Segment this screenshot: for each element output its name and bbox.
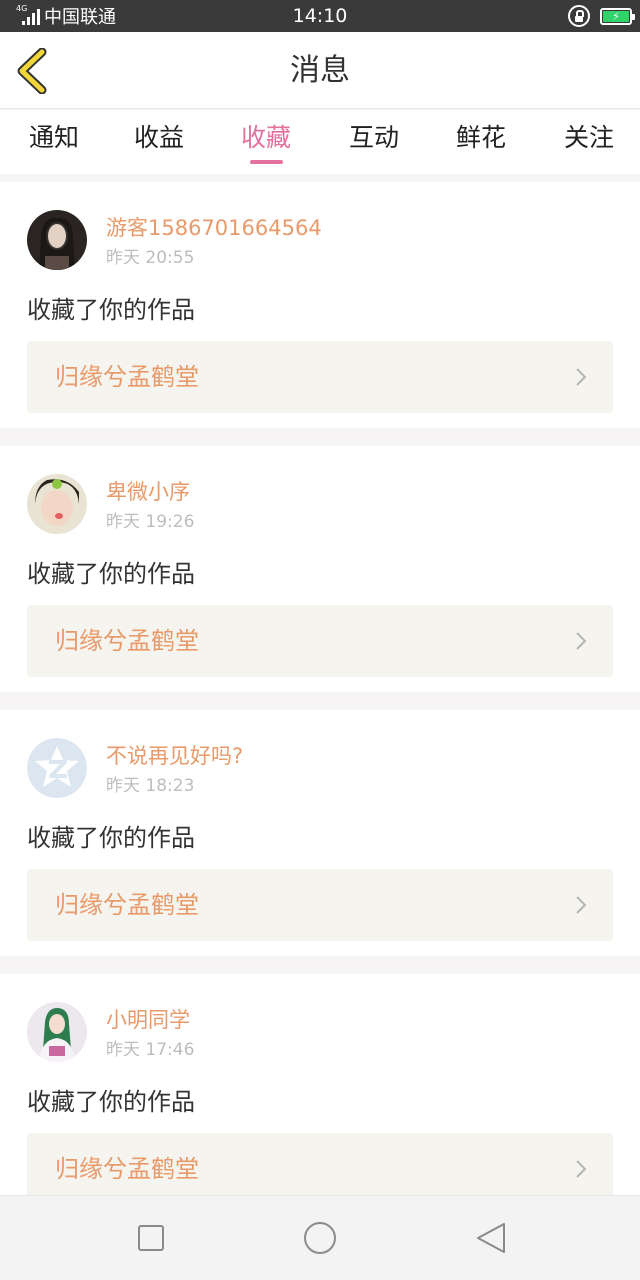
action-text: 收藏了你的作品 [27,824,195,852]
list-item: 游客1586701664564 昨天 20:55 收藏了你的作品 归缘兮孟鹤堂 [0,182,640,428]
tab-interactions[interactable]: 互动 [320,110,428,174]
page-title: 消息 [290,53,350,88]
action-text: 收藏了你的作品 [27,560,195,588]
triangle-back-icon [477,1223,505,1253]
work-link[interactable]: 归缘兮孟鹤堂 [27,605,613,677]
work-title: 归缘兮孟鹤堂 [55,891,199,919]
status-time: 14:10 [292,5,348,27]
work-link[interactable]: 归缘兮孟鹤堂 [27,341,613,413]
circle-home-icon [304,1222,336,1254]
tab-earnings[interactable]: 收益 [105,110,213,174]
list-item: 卑微小序 昨天 19:26 收藏了你的作品 归缘兮孟鹤堂 [0,446,640,692]
tab-favorites[interactable]: 收藏 [212,110,320,174]
work-link[interactable]: 归缘兮孟鹤堂 [27,869,613,941]
qzone-star-icon [27,738,87,798]
timestamp: 昨天 18:23 [106,776,195,796]
rotation-lock-icon [568,5,590,27]
app-header: 消息 [0,32,640,109]
username[interactable]: 卑微小序 [106,476,190,506]
active-tab-indicator [250,160,283,164]
timestamp: 昨天 20:55 [106,248,195,268]
square-recents-icon [138,1225,164,1251]
action-text: 收藏了你的作品 [27,296,195,324]
tab-follows[interactable]: 关注 [535,110,640,174]
action-text: 收藏了你的作品 [27,1088,195,1116]
timestamp: 昨天 19:26 [106,512,195,532]
username[interactable]: 小明同学 [106,1004,190,1034]
avatar[interactable] [27,210,87,270]
back-button[interactable] [12,47,58,95]
username[interactable]: 游客1586701664564 [106,212,322,242]
chevron-right-icon [576,632,587,650]
status-bar: 4G 中国联通 14:10 ⚡ [0,0,640,32]
work-title: 归缘兮孟鹤堂 [55,363,199,391]
work-title: 归缘兮孟鹤堂 [55,627,199,655]
recents-button[interactable] [131,1218,171,1258]
system-nav-bar [0,1195,640,1280]
avatar[interactable] [27,738,87,798]
avatar[interactable] [27,1002,87,1062]
home-button[interactable] [300,1218,340,1258]
tab-flowers[interactable]: 鲜花 [427,110,535,174]
battery-icon: ⚡ [600,7,635,25]
list-item: 不说再见好吗? 昨天 18:23 收藏了你的作品 归缘兮孟鹤堂 [0,710,640,956]
timestamp: 昨天 17:46 [106,1040,195,1060]
list-item: 小明同学 昨天 17:46 收藏了你的作品 归缘兮孟鹤堂 [0,974,640,1220]
username[interactable]: 不说再见好吗? [106,740,243,770]
avatar[interactable] [27,474,87,534]
tab-notifications[interactable]: 通知 [0,110,108,174]
chevron-right-icon [576,368,587,386]
chevron-right-icon [576,1160,587,1178]
chevron-right-icon [576,896,587,914]
status-right: ⚡ [568,0,635,32]
tab-bar: 通知 收益 收藏 互动 鲜花 关注 [0,110,640,174]
chevron-left-icon [17,47,47,95]
back-nav-button[interactable] [470,1218,510,1258]
